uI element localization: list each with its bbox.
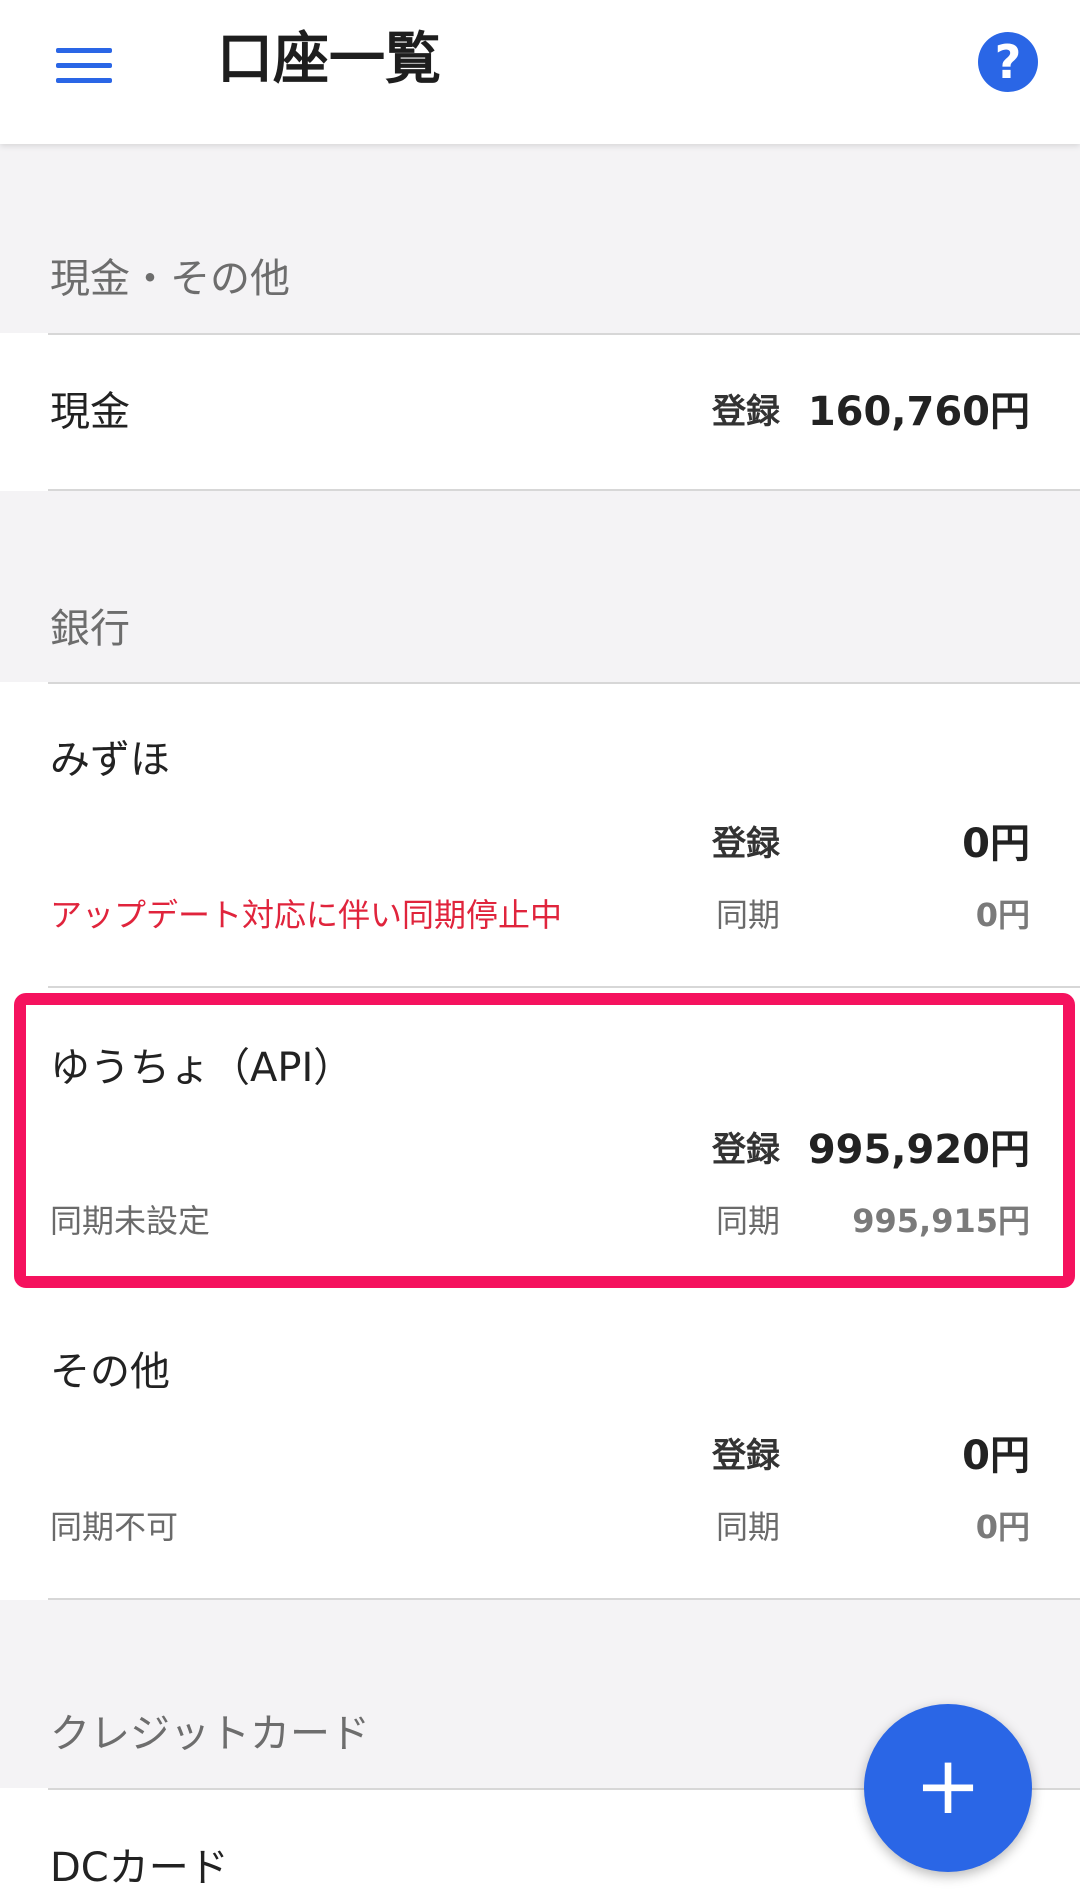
account-name: ゆうちょ（API） (50, 1045, 354, 1091)
help-icon[interactable]: ? (978, 32, 1038, 92)
section-header-credit-card: クレジットカード (50, 1711, 370, 1757)
app-bar: 口座一覧 ? (0, 0, 1080, 144)
sync-label: 同期 (715, 1202, 780, 1240)
divider (48, 1598, 1080, 1600)
registered-amount: 0円 (962, 821, 1030, 867)
divider (48, 489, 1080, 491)
sync-status: 同期未設定 (50, 1202, 211, 1240)
divider (48, 333, 1080, 335)
account-name: DCカード (50, 1845, 229, 1891)
sync-status-warning: アップデート対応に伴い同期停止中 (50, 896, 563, 934)
registered-amount: 160,760円 (807, 389, 1030, 435)
sync-label: 同期 (715, 896, 780, 934)
sync-amount: 995,915円 (852, 1202, 1030, 1240)
account-name: みずほ (50, 737, 170, 783)
account-row-yucho[interactable]: ゆうちょ（API） 登録 995,920円 同期未設定 同期 995,915円 (0, 988, 1080, 1294)
divider (48, 682, 1080, 684)
registered-amount: 0円 (962, 1433, 1030, 1479)
section-header-cash: 現金・その他 (50, 256, 290, 302)
account-list-screen: 口座一覧 ? 現金・その他 現金 登録 160,760円 銀行 みずほ 登録 0… (0, 0, 1080, 1902)
account-row-mizuho[interactable]: みずほ 登録 0円 アップデート対応に伴い同期停止中 同期 0円 (0, 682, 1080, 988)
account-name: その他 (50, 1349, 170, 1395)
registered-label: 登録 (712, 1130, 780, 1170)
sync-amount: 0円 (975, 896, 1030, 934)
sync-amount: 0円 (975, 1508, 1030, 1546)
section-header-bank: 銀行 (50, 606, 130, 652)
sync-label: 同期 (715, 1508, 780, 1546)
registered-label: 登録 (712, 1436, 780, 1476)
hamburger-menu-icon[interactable] (56, 44, 112, 100)
registered-label: 登録 (712, 824, 780, 864)
account-row-cash[interactable]: 現金 登録 160,760円 (0, 333, 1080, 491)
account-row-other[interactable]: その他 登録 0円 同期不可 同期 0円 (0, 1294, 1080, 1600)
add-account-plus-icon[interactable]: + (864, 1704, 1032, 1872)
registered-label: 登録 (712, 392, 780, 432)
account-name: 現金 (50, 389, 130, 435)
sync-status: 同期不可 (50, 1508, 179, 1546)
registered-amount: 995,920円 (807, 1127, 1030, 1173)
page-title: 口座一覧 (217, 27, 441, 92)
